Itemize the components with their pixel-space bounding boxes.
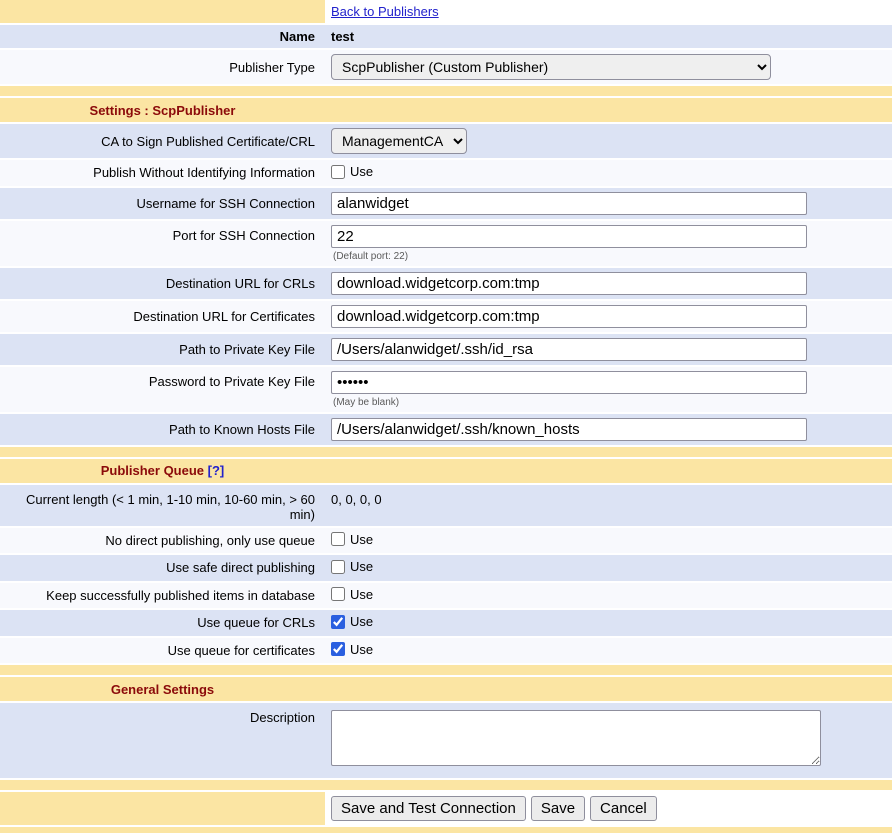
section-separator (0, 665, 892, 677)
general-section-header-spacer (325, 677, 892, 703)
known-hosts-path-row: Path to Known Hosts File (0, 414, 892, 447)
keep-published-use-label[interactable]: Use (331, 587, 373, 602)
edit-publisher-form: Back to Publishers Name test Publisher T… (0, 0, 892, 835)
only-queue-label: No direct publishing, only use queue (0, 528, 325, 556)
ssh-username-row: Username for SSH Connection (0, 188, 892, 221)
current-length-row: Current length (< 1 min, 1-10 min, 10-60… (0, 485, 892, 528)
settings-section-title: Settings : ScpPublisher (0, 98, 325, 124)
private-key-path-row: Path to Private Key File (0, 334, 892, 367)
cert-url-label: Destination URL for Certificates (0, 301, 325, 334)
top-left-spacer (0, 0, 325, 25)
settings-section-header-row: Settings : ScpPublisher (0, 98, 892, 124)
queue-certs-label: Use queue for certificates (0, 638, 325, 666)
ssh-port-row: Port for SSH Connection (Default port: 2… (0, 221, 892, 268)
safe-direct-use-label[interactable]: Use (331, 559, 373, 574)
name-value: test (325, 25, 892, 50)
queue-certs-row: Use queue for certificates Use (0, 638, 892, 666)
description-row: Description (0, 703, 892, 780)
queue-crls-checkbox-text: Use (350, 614, 373, 629)
only-queue-row: No direct publishing, only use queue Use (0, 528, 892, 556)
back-to-publishers-link[interactable]: Back to Publishers (331, 4, 439, 19)
ssh-username-input[interactable] (331, 192, 807, 215)
name-label: Name (0, 25, 325, 50)
keep-published-checkbox[interactable] (331, 587, 345, 601)
private-key-password-note: (May be blank) (331, 397, 884, 408)
publisher-type-row: Publisher Type ScpPublisher (Custom Publ… (0, 50, 892, 86)
anonymize-label: Publish Without Identifying Information (0, 160, 325, 188)
actions-row: Save and Test ConnectionSaveCancel (0, 792, 892, 827)
crl-url-input[interactable] (331, 272, 807, 295)
only-queue-use-label[interactable]: Use (331, 532, 373, 547)
cert-url-row: Destination URL for Certificates (0, 301, 892, 334)
queue-crls-checkbox[interactable] (331, 615, 345, 629)
anonymize-checkbox[interactable] (331, 165, 345, 179)
keep-published-checkbox-text: Use (350, 587, 373, 602)
safe-direct-checkbox-text: Use (350, 559, 373, 574)
private-key-password-label: Password to Private Key File (0, 367, 325, 414)
general-section-header-row: General Settings (0, 677, 892, 703)
section-separator (0, 447, 892, 459)
known-hosts-path-input[interactable] (331, 418, 807, 441)
queue-certs-checkbox[interactable] (331, 642, 345, 656)
cancel-button[interactable]: Cancel (590, 796, 657, 821)
queue-certs-use-label[interactable]: Use (331, 642, 373, 657)
safe-direct-label: Use safe direct publishing (0, 555, 325, 583)
section-separator (0, 86, 892, 98)
crl-url-label: Destination URL for CRLs (0, 268, 325, 301)
description-label: Description (0, 703, 325, 780)
anonymize-checkbox-text: Use (350, 164, 373, 179)
keep-published-label: Keep successfully published items in dat… (0, 583, 325, 611)
private-key-path-label: Path to Private Key File (0, 334, 325, 367)
known-hosts-path-label: Path to Known Hosts File (0, 414, 325, 447)
only-queue-checkbox[interactable] (331, 532, 345, 546)
ca-select[interactable]: ManagementCA (331, 128, 467, 154)
private-key-path-input[interactable] (331, 338, 807, 361)
bottom-strip (0, 827, 892, 835)
publisher-type-select[interactable]: ScpPublisher (Custom Publisher) (331, 54, 771, 80)
queue-section-title-text: Publisher Queue (101, 463, 204, 478)
ca-row: CA to Sign Published Certificate/CRL Man… (0, 124, 892, 160)
ssh-username-label: Username for SSH Connection (0, 188, 325, 221)
current-length-label: Current length (< 1 min, 1-10 min, 10-60… (0, 485, 325, 528)
queue-crls-row: Use queue for CRLs Use (0, 610, 892, 638)
ssh-port-input[interactable] (331, 225, 807, 248)
queue-section-header-spacer (325, 459, 892, 485)
queue-section-title: Publisher Queue [?] (0, 459, 325, 485)
private-key-password-row: Password to Private Key File (May be bla… (0, 367, 892, 414)
name-row: Name test (0, 25, 892, 50)
ssh-port-note: (Default port: 22) (331, 251, 884, 262)
actions-left-spacer (0, 792, 325, 827)
private-key-password-input[interactable] (331, 371, 807, 394)
anonymize-use-label[interactable]: Use (331, 164, 373, 179)
ssh-port-label: Port for SSH Connection (0, 221, 325, 268)
queue-crls-use-label[interactable]: Use (331, 614, 373, 629)
back-link-row: Back to Publishers (0, 0, 892, 25)
safe-direct-row: Use safe direct publishing Use (0, 555, 892, 583)
crl-url-row: Destination URL for CRLs (0, 268, 892, 301)
cert-url-input[interactable] (331, 305, 807, 328)
queue-help-link[interactable]: [?] (208, 463, 225, 478)
ca-label: CA to Sign Published Certificate/CRL (0, 124, 325, 160)
queue-certs-checkbox-text: Use (350, 642, 373, 657)
queue-crls-label: Use queue for CRLs (0, 610, 325, 638)
section-separator (0, 780, 892, 792)
publisher-type-label: Publisher Type (0, 50, 325, 86)
description-textarea[interactable] (331, 710, 821, 766)
save-button[interactable]: Save (531, 796, 585, 821)
only-queue-checkbox-text: Use (350, 532, 373, 547)
current-length-value: 0, 0, 0, 0 (325, 485, 892, 528)
keep-published-row: Keep successfully published items in dat… (0, 583, 892, 611)
settings-section-header-spacer (325, 98, 892, 124)
safe-direct-checkbox[interactable] (331, 560, 345, 574)
queue-section-header-row: Publisher Queue [?] (0, 459, 892, 485)
anonymize-row: Publish Without Identifying Information … (0, 160, 892, 188)
back-link-cell: Back to Publishers (325, 0, 892, 25)
save-and-test-connection-button[interactable]: Save and Test Connection (331, 796, 526, 821)
general-section-title: General Settings (0, 677, 325, 703)
